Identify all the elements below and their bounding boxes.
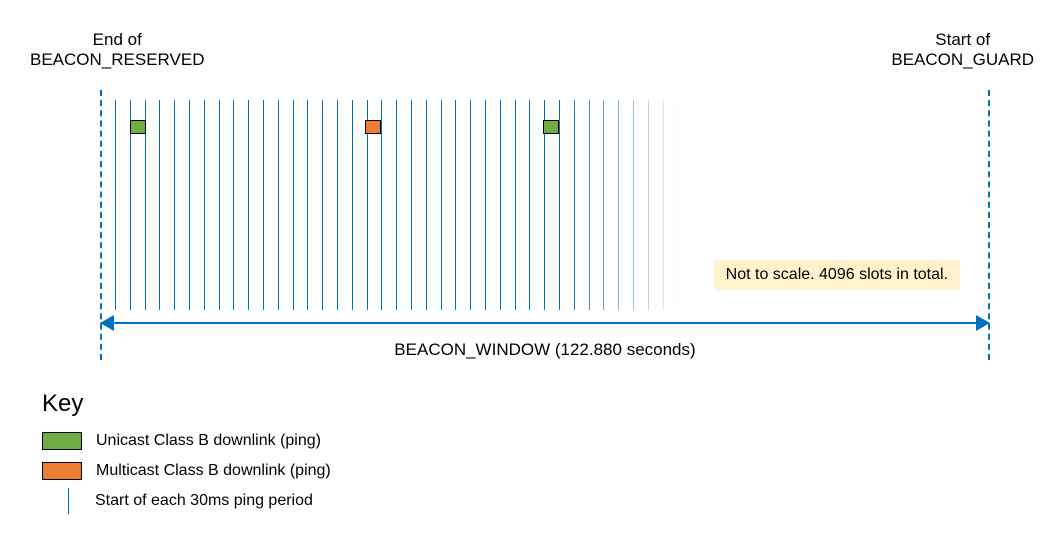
slot-tick (663, 100, 664, 310)
slot-tick (396, 100, 397, 310)
slot-tick (515, 100, 516, 310)
key-tick-label: Start of each 30ms ping period (95, 492, 313, 510)
key-title: Key (42, 390, 1044, 418)
label-left-boundary: End of BEACON_RESERVED (30, 30, 204, 70)
slot-tick (248, 100, 249, 310)
slot-tick (559, 100, 560, 310)
slot-tick (500, 100, 501, 310)
label-right-line1: Start of (935, 30, 990, 49)
slot-tick (322, 100, 323, 310)
slot-tick (189, 100, 190, 310)
slot-tick (293, 100, 294, 310)
slot-tick (233, 100, 234, 310)
swatch-orange-icon (42, 462, 82, 480)
label-left-line2: BEACON_RESERVED (30, 50, 204, 69)
slot-tick (574, 100, 575, 310)
key-row-tick: Start of each 30ms ping period (42, 486, 1044, 516)
ping-multicast-1 (365, 120, 381, 134)
slot-tick (426, 100, 427, 310)
slot-tick (648, 100, 649, 310)
arrow-head-right-icon (976, 315, 990, 331)
slot-tick (381, 100, 382, 310)
label-right-line2: BEACON_GUARD (891, 50, 1034, 69)
arrow-line (105, 322, 985, 324)
slot-tick (411, 100, 412, 310)
slot-tick (589, 100, 590, 310)
slot-tick (618, 100, 619, 310)
key-row-unicast: Unicast Class B downlink (ping) (42, 426, 1044, 456)
slot-tick (174, 100, 175, 310)
window-arrow (100, 315, 990, 335)
slot-tick (307, 100, 308, 310)
chart-area: Not to scale. 4096 slots in total. BEACO… (100, 90, 990, 330)
slot-tick (115, 100, 116, 310)
slot-tick (204, 100, 205, 310)
key-row-multicast: Multicast Class B downlink (ping) (42, 456, 1044, 486)
slot-tick (219, 100, 220, 310)
slot-tick (337, 100, 338, 310)
scale-note: Not to scale. 4096 slots in total. (714, 260, 960, 290)
slot-tick (529, 100, 530, 310)
slot-tick (263, 100, 264, 310)
swatch-green-icon (42, 432, 82, 450)
label-right-boundary: Start of BEACON_GUARD (891, 30, 1034, 70)
slot-tick (603, 100, 604, 310)
slot-tick (159, 100, 160, 310)
top-labels: End of BEACON_RESERVED Start of BEACON_G… (0, 20, 1044, 80)
slot-tick (455, 100, 456, 310)
slot-tick (278, 100, 279, 310)
ping-unicast-2 (543, 120, 559, 134)
slot-tick (485, 100, 486, 310)
diagram-wrapper: End of BEACON_RESERVED Start of BEACON_G… (0, 20, 1044, 370)
slot-tick (352, 100, 353, 310)
label-left-line1: End of (93, 30, 142, 49)
slot-tick (441, 100, 442, 310)
key-legend: Key Unicast Class B downlink (ping) Mult… (42, 390, 1044, 516)
key-unicast-label: Unicast Class B downlink (ping) (96, 432, 321, 450)
key-multicast-label: Multicast Class B downlink (ping) (96, 462, 331, 480)
tick-sample-icon (68, 488, 69, 514)
window-label: BEACON_WINDOW (122.880 seconds) (100, 340, 990, 360)
slot-tick (633, 100, 634, 310)
slot-tick (677, 100, 678, 310)
slot-tick (470, 100, 471, 310)
ping-unicast-1 (130, 120, 146, 134)
